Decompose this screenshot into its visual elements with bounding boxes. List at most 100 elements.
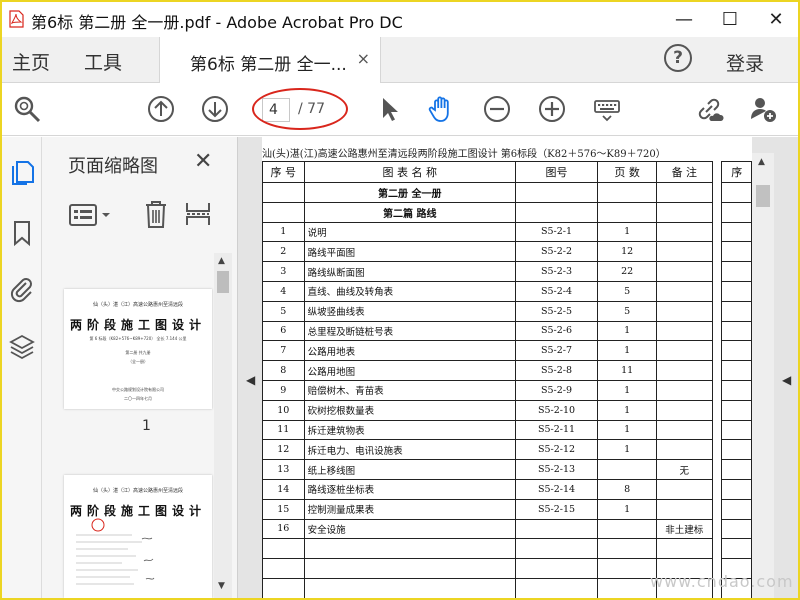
tab-tools[interactable]: 工具 (84, 48, 122, 75)
cell-code: S5-2-13 (514, 459, 599, 480)
cell-next-column (721, 538, 752, 560)
gap-cell (711, 360, 723, 381)
thumbnail-line: 仙（头）湛（江）高速公路惠州至清远段 (92, 302, 183, 308)
cell-no: 1 (262, 221, 305, 243)
cell-next-column (721, 360, 752, 381)
maximize-button[interactable]: ☐ (707, 1, 753, 37)
table-row: 8 公路用地图 S5-2-8 11 (262, 360, 752, 381)
title-bar: 第6标 第二册 全一册.pdf - Adobe Acrobat Pro DC —… (0, 0, 800, 37)
cell-note (656, 379, 713, 401)
expand-right-panel-icon[interactable]: ◀ (782, 373, 791, 387)
page-thumbnail[interactable]: 仙（头）湛（江）高速公路惠州至清远段 两阶段施工图设计 第 6 标段（K82+5… (64, 289, 212, 409)
drawing-index-table: 序 号 图 表 名 称 图号 页 数 备 注 序 第二册 全一册 第二篇 路线 … (262, 161, 752, 598)
cell-pages: 1 (597, 399, 658, 421)
cell-name: 公路用地表 (303, 340, 516, 362)
cell-note (656, 241, 713, 263)
table-row: 14 路线逐桩坐标表 S5-2-14 8 (262, 478, 752, 500)
cell-no: 3 (262, 261, 305, 282)
cell-name (303, 577, 516, 598)
tab-home[interactable]: 主页 (12, 48, 50, 75)
gap-cell (711, 420, 723, 440)
table-row: 4 直线、曲线及转角表 S5-2-4 5 (262, 280, 752, 302)
cell-name: 说明 (303, 221, 516, 243)
cell-pages (597, 459, 658, 480)
document-tab-label: 第6标 第二册 全一... (190, 55, 347, 75)
cell-no: 12 (262, 439, 305, 461)
section-title: 第二册 全一册 (303, 182, 516, 203)
document-scrollbar[interactable]: ▲ (752, 153, 774, 598)
cell-next-column (721, 320, 752, 342)
login-button[interactable]: 登录 (726, 49, 764, 76)
help-icon[interactable]: ? (664, 44, 692, 72)
thumbnail-line: 二〇一四年七月 (124, 396, 152, 401)
cell-name: 路线纵断面图 (303, 261, 516, 282)
previous-page-icon[interactable] (146, 94, 176, 124)
cell-pages (597, 538, 658, 560)
bookmark-icon[interactable] (8, 219, 36, 247)
document-view[interactable]: ◀ ◀ 汕(头)湛(江)高速公路惠州至清远段两阶段施工图设计 第6标段（K82＋… (238, 137, 798, 598)
cell-note (656, 419, 713, 441)
cell-note (656, 300, 713, 322)
cell-next-column (721, 340, 752, 362)
cell-no: 6 (262, 320, 305, 342)
cell-no: 15 (262, 498, 305, 520)
close-window-button[interactable]: ✕ (753, 1, 799, 37)
column-header: 备 注 (656, 161, 713, 183)
crop-pages-icon[interactable] (184, 199, 212, 229)
close-tab-icon[interactable]: × (357, 49, 370, 68)
scroll-up-arrow-icon[interactable]: ▲ (218, 256, 225, 266)
keyboard-icon[interactable] (592, 94, 622, 124)
layers-icon[interactable] (8, 333, 36, 361)
gap-cell (711, 241, 723, 262)
select-arrow-icon[interactable] (374, 94, 404, 124)
add-user-icon[interactable] (748, 94, 778, 124)
cell-name (303, 538, 516, 560)
tab-document[interactable]: 第6标 第二册 全一... × (159, 37, 381, 83)
cell-next-column (721, 300, 752, 322)
cell-name: 安全设施 (303, 518, 516, 540)
collapse-left-panel-icon[interactable]: ◀ (246, 373, 255, 387)
table-row (262, 538, 752, 560)
scroll-down-arrow-icon[interactable]: ▼ (218, 581, 225, 591)
gap-cell (711, 538, 723, 559)
close-panel-icon[interactable]: ✕ (194, 149, 212, 174)
cell-no: 10 (262, 399, 305, 421)
hand-tool-icon[interactable] (427, 94, 457, 124)
page-thumbnails-icon[interactable] (8, 159, 36, 187)
cell-no (262, 538, 305, 560)
table-row: 11 拆迁建筑物表 S5-2-11 1 (262, 419, 752, 441)
cell-pages: 8 (597, 478, 658, 500)
page-thumbnail[interactable]: 仙（头）湛（江）高速公路惠州至清远段 两阶段施工图设计 (64, 475, 212, 598)
cell-no: 13 (262, 459, 305, 480)
thumbnails-scrollbar[interactable]: ▲ ▼ (214, 253, 232, 598)
scroll-up-arrow-icon[interactable]: ▲ (758, 157, 765, 167)
cell-name: 控制测量成果表 (303, 498, 516, 520)
thumbnail-options-icon[interactable] (68, 201, 116, 229)
attachment-icon[interactable] (8, 275, 36, 303)
cell-next-column (721, 439, 752, 461)
cell-code: S5-2-8 (514, 360, 599, 381)
link-cloud-icon[interactable] (694, 94, 724, 124)
zoom-in-icon[interactable] (537, 94, 567, 124)
cell-code: S5-2-7 (514, 340, 599, 362)
cell-next-column (721, 478, 752, 500)
next-page-icon[interactable] (200, 94, 230, 124)
cell-code: S5-2-6 (514, 320, 599, 342)
cell-no: 4 (262, 280, 305, 302)
cell-note: 非土建标 (656, 518, 713, 540)
panel-title: 页面缩略图 (68, 156, 158, 177)
zoom-search-icon[interactable] (12, 94, 42, 124)
minimize-button[interactable]: — (661, 1, 707, 37)
delete-icon[interactable] (142, 199, 170, 229)
cell-pages (597, 558, 658, 579)
zoom-out-icon[interactable] (482, 94, 512, 124)
gap-cell (711, 499, 723, 520)
cell-note (656, 360, 713, 381)
scroll-thumb[interactable] (217, 271, 229, 293)
column-header: 序 号 (262, 161, 305, 183)
scroll-thumb[interactable] (756, 185, 770, 207)
gap-cell (711, 161, 723, 183)
cell-note (656, 221, 713, 243)
table-row: 5 纵坡竖曲线表 S5-2-5 5 (262, 300, 752, 322)
cell-pages (597, 518, 658, 540)
